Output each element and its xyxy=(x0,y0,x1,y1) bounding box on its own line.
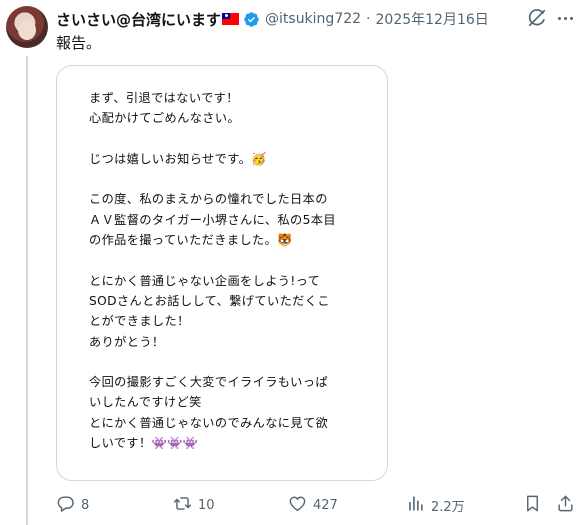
share-button[interactable] xyxy=(556,494,575,516)
reply-icon xyxy=(56,494,75,517)
media-text-line: ＡＶ監督のタイガー小堺さんに、私の5本目 xyxy=(89,212,336,227)
media-text-line: この度、私のまえからの憧れでした日本の xyxy=(89,192,328,207)
display-name[interactable]: さいさい@台湾にいます xyxy=(56,9,221,30)
media-text-line: 今回の撮影すごく大変でイライラもいっぱ xyxy=(89,375,328,390)
reply-button[interactable]: 8 xyxy=(56,494,89,516)
like-count: 427 xyxy=(313,497,338,513)
thread-line xyxy=(26,56,28,525)
avatar[interactable] xyxy=(6,6,48,48)
bookmark-button[interactable] xyxy=(523,494,542,516)
media-text-line: ありがとう！ xyxy=(89,334,165,349)
media-text-line xyxy=(89,129,359,149)
media-text-line xyxy=(89,250,359,270)
separator: · xyxy=(366,11,371,27)
media-image[interactable]: まず、引退ではないです！ 心配かけてごめんなさい。 じつは嬉しいお知らせです。🥳… xyxy=(56,65,388,481)
media-text-line: じつは嬉しいお知らせです。🥳 xyxy=(89,151,267,166)
media-text-line: 心配かけてごめんなさい。 xyxy=(89,111,241,126)
verified-badge-icon[interactable] xyxy=(243,11,260,28)
media-text-line: いしたんですけど笑 xyxy=(89,395,202,410)
media-text-line: SODさんとお話しして、繋げていただくこ xyxy=(89,293,330,308)
views-icon xyxy=(406,494,425,517)
repost-button[interactable]: 10 xyxy=(173,494,215,516)
repost-icon xyxy=(173,494,192,517)
handle[interactable]: @itsuking722 xyxy=(265,11,361,27)
action-bar: 8 10 427 2.2万 xyxy=(56,494,576,516)
media-text-line: とにかく普通じゃない企画をしよう!って xyxy=(89,273,321,288)
bookmark-icon xyxy=(523,494,542,517)
reply-count: 8 xyxy=(81,497,90,513)
media-text-line: とにかく普通じゃないのでみんなに見て欲 xyxy=(89,415,329,430)
repost-count: 10 xyxy=(198,497,215,513)
views-button[interactable]: 2.2万 xyxy=(406,494,465,516)
grok-icon[interactable] xyxy=(526,7,548,29)
like-button[interactable]: 427 xyxy=(288,494,338,516)
media-image-text: まず、引退ではないです！ 心配かけてごめんなさい。 じつは嬉しいお知らせです。🥳… xyxy=(89,88,359,453)
like-icon xyxy=(288,494,307,517)
share-icon xyxy=(556,494,575,517)
media-text-line: の作品を撮っていただきました。🐯 xyxy=(89,233,293,248)
media-text-line xyxy=(89,352,359,372)
media-text-line: まず、引退ではないです！ xyxy=(89,91,239,105)
views-count: 2.2万 xyxy=(431,499,465,515)
taiwan-flag-icon xyxy=(222,13,240,25)
media-text-line: とができました！ xyxy=(89,314,190,329)
more-icon[interactable] xyxy=(554,10,576,26)
media-text-line: しいです！👾👾👾 xyxy=(89,436,199,451)
media-text-line xyxy=(89,169,359,189)
tweet-text: 報告。 xyxy=(56,34,102,52)
tweet-header: さいさい@台湾にいます @itsuking722 · 2025年12月16日 xyxy=(56,8,489,30)
timestamp[interactable]: 2025年12月16日 xyxy=(376,9,489,29)
